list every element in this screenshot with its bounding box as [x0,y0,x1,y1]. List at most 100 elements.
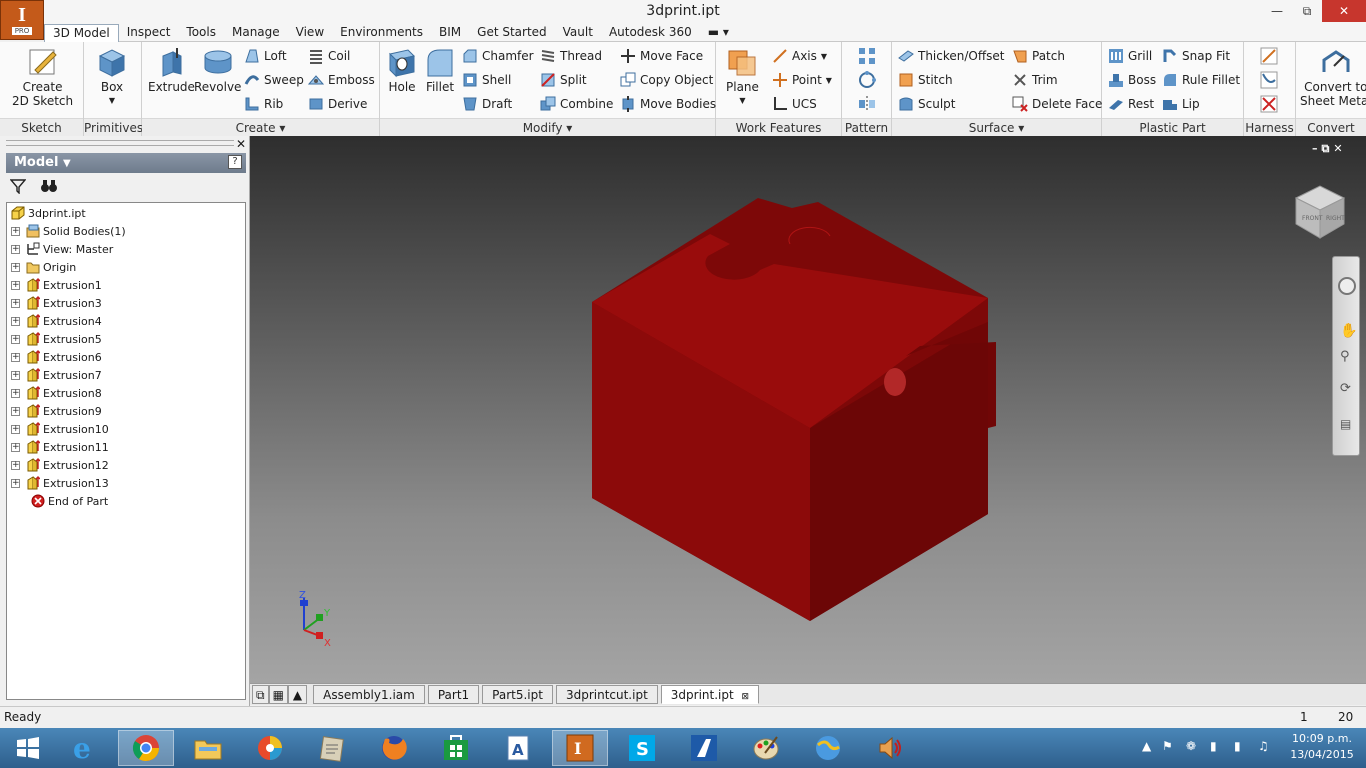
browser-help-icon[interactable]: ? [228,155,242,169]
action-center-flag-icon[interactable]: ⚑ [1162,739,1173,753]
orbit-icon[interactable]: ⟳ [1340,381,1351,396]
doc-tab-3dprintcut[interactable]: 3dprintcut.ipt [555,685,658,704]
hole-button[interactable]: Hole [386,46,418,94]
panel-label-modify[interactable]: Modify ▾ [380,118,715,136]
mirror-button[interactable] [858,93,880,115]
expand-icon[interactable]: + [11,262,20,272]
doc-tab-close-icon[interactable]: ⊠ [742,692,750,702]
tree-item-extrusion[interactable]: + Extrusion8 [7,384,102,402]
battery-icon[interactable]: ▮ [1210,739,1217,753]
web-globe-taskbar-icon[interactable] [800,730,856,766]
thread-button[interactable]: Thread [540,45,602,67]
tree-item-extrusion[interactable]: + Extrusion10 [7,420,109,438]
tree-item-extrusion[interactable]: + Extrusion9 [7,402,102,420]
harness-button-3[interactable] [1260,93,1282,115]
emboss-button[interactable]: Emboss [308,69,375,91]
sweep-button[interactable]: Sweep [244,69,304,91]
stitch-button[interactable]: Stitch [898,69,953,91]
tree-item-end-of-part[interactable]: End of Part [31,492,108,510]
tree-item-extrusion[interactable]: + Extrusion4 [7,312,102,330]
browser-close-icon[interactable]: ✕ [236,137,246,151]
application-menu-button[interactable]: I PRO [0,0,44,40]
paint-taskbar-icon[interactable] [738,730,794,766]
tab-vault[interactable]: Vault [555,24,601,42]
combine-button[interactable]: Combine [540,93,613,115]
point-button[interactable]: Point ▼ [772,69,832,91]
tab-tools[interactable]: Tools [178,24,224,42]
tree-item-root[interactable]: 3dprint.ipt [11,204,86,222]
move-bodies-button[interactable]: Move Bodies [620,93,716,115]
doc-tab-3dprint[interactable]: 3dprint.ipt ⊠ [660,685,760,704]
steering-wheel-icon[interactable] [1338,277,1356,295]
minimize-button[interactable]: — [1262,0,1292,22]
shell-button[interactable]: Shell [462,69,511,91]
scanner-app-taskbar-icon[interactable] [304,730,360,766]
expand-icon[interactable]: + [11,352,20,362]
tree-item-extrusion[interactable]: + Extrusion7 [7,366,102,384]
tab-view[interactable]: View [288,24,332,42]
find-binoculars-icon[interactable] [40,178,58,197]
expand-icon[interactable]: + [11,406,20,416]
expand-icon[interactable]: + [11,478,20,488]
grill-button[interactable]: Grill [1108,45,1152,67]
inventor-taskbar-icon[interactable]: I [552,730,608,766]
start-button[interactable] [0,730,56,766]
tab-environments[interactable]: Environments [332,24,431,42]
tree-item-extrusion[interactable]: + Extrusion5 [7,330,102,348]
speaker-icon[interactable]: ♫ [1258,739,1269,753]
tab-autodesk-360[interactable]: Autodesk 360 [601,24,700,42]
rest-button[interactable]: Rest [1108,93,1154,115]
split-button[interactable]: Split [540,69,587,91]
volume-mixer-taskbar-icon[interactable] [862,730,918,766]
viewcube[interactable]: FRONT RIGHT [1290,180,1350,240]
lip-button[interactable]: Lip [1162,93,1200,115]
panel-label-create[interactable]: Create ▾ [142,118,379,136]
circular-pattern-button[interactable] [858,69,880,91]
network-share-icon[interactable]: ❁ [1186,739,1196,753]
filter-icon[interactable] [9,178,27,197]
patch-button[interactable]: Patch [1012,45,1065,67]
convert-to-sheet-metal-button[interactable]: Convert to Sheet Metal [1300,46,1366,108]
cascade-windows-icon[interactable]: ⧉ [252,685,269,704]
expand-icon[interactable]: + [11,370,20,380]
coil-button[interactable]: Coil [308,45,350,67]
tile-windows-icon[interactable]: ▦ [268,685,288,704]
expand-icon[interactable]: + [11,280,20,290]
browser-grip[interactable] [6,140,234,146]
look-at-icon[interactable]: ▤ [1340,417,1351,431]
create-2d-sketch-button[interactable]: Create 2D Sketch [12,46,73,108]
graphics-viewport[interactable]: –⧉✕ FRONT RIGHT ✋ ⚲ ⟳ ▤ Z Y X [250,136,1366,683]
restore-button[interactable]: ⧉ [1292,0,1322,22]
boss-button[interactable]: Boss [1108,69,1156,91]
close-button[interactable]: ✕ [1322,0,1366,22]
ucs-button[interactable]: UCS [772,93,817,115]
axis-button[interactable]: Axis ▼ [772,45,827,67]
derive-button[interactable]: Derive [308,93,367,115]
doc-tab-part1[interactable]: Part1 [427,685,480,704]
expand-icon[interactable]: + [11,226,20,236]
internet-explorer-taskbar-icon[interactable]: e [56,730,112,766]
fillet-button[interactable]: Fillet [424,46,456,94]
autodesk-app-taskbar-icon[interactable] [676,730,732,766]
tree-item-extrusion[interactable]: + Extrusion13 [7,474,109,492]
expand-icon[interactable]: + [11,316,20,326]
tree-item-extrusion[interactable]: + Extrusion6 [7,348,102,366]
rectangular-pattern-button[interactable] [858,45,880,67]
firefox-taskbar-icon[interactable] [366,730,422,766]
extrude-button[interactable]: Extrude [148,46,195,94]
delete-face-button[interactable]: Delete Face [1012,93,1102,115]
tree-item-extrusion[interactable]: + Extrusion11 [7,438,109,456]
revolve-button[interactable]: Revolve [194,46,241,94]
expand-icon[interactable]: + [11,460,20,470]
loft-button[interactable]: Loft [244,45,287,67]
show-hidden-icons[interactable]: ▲ [1142,739,1151,753]
draft-button[interactable]: Draft [462,93,512,115]
skype-taskbar-icon[interactable]: S [614,730,670,766]
tree-item-solid-bodies[interactable]: + Solid Bodies(1) [7,222,126,240]
tree-item-origin[interactable]: + Origin [7,258,76,276]
trim-button[interactable]: Trim [1012,69,1058,91]
doc-tab-assembly1[interactable]: Assembly1.iam [313,685,425,704]
wifi-signal-icon[interactable]: ▮ [1234,739,1241,753]
tree-item-extrusion[interactable]: + Extrusion3 [7,294,102,312]
wordpad-taskbar-icon[interactable]: A [490,730,546,766]
